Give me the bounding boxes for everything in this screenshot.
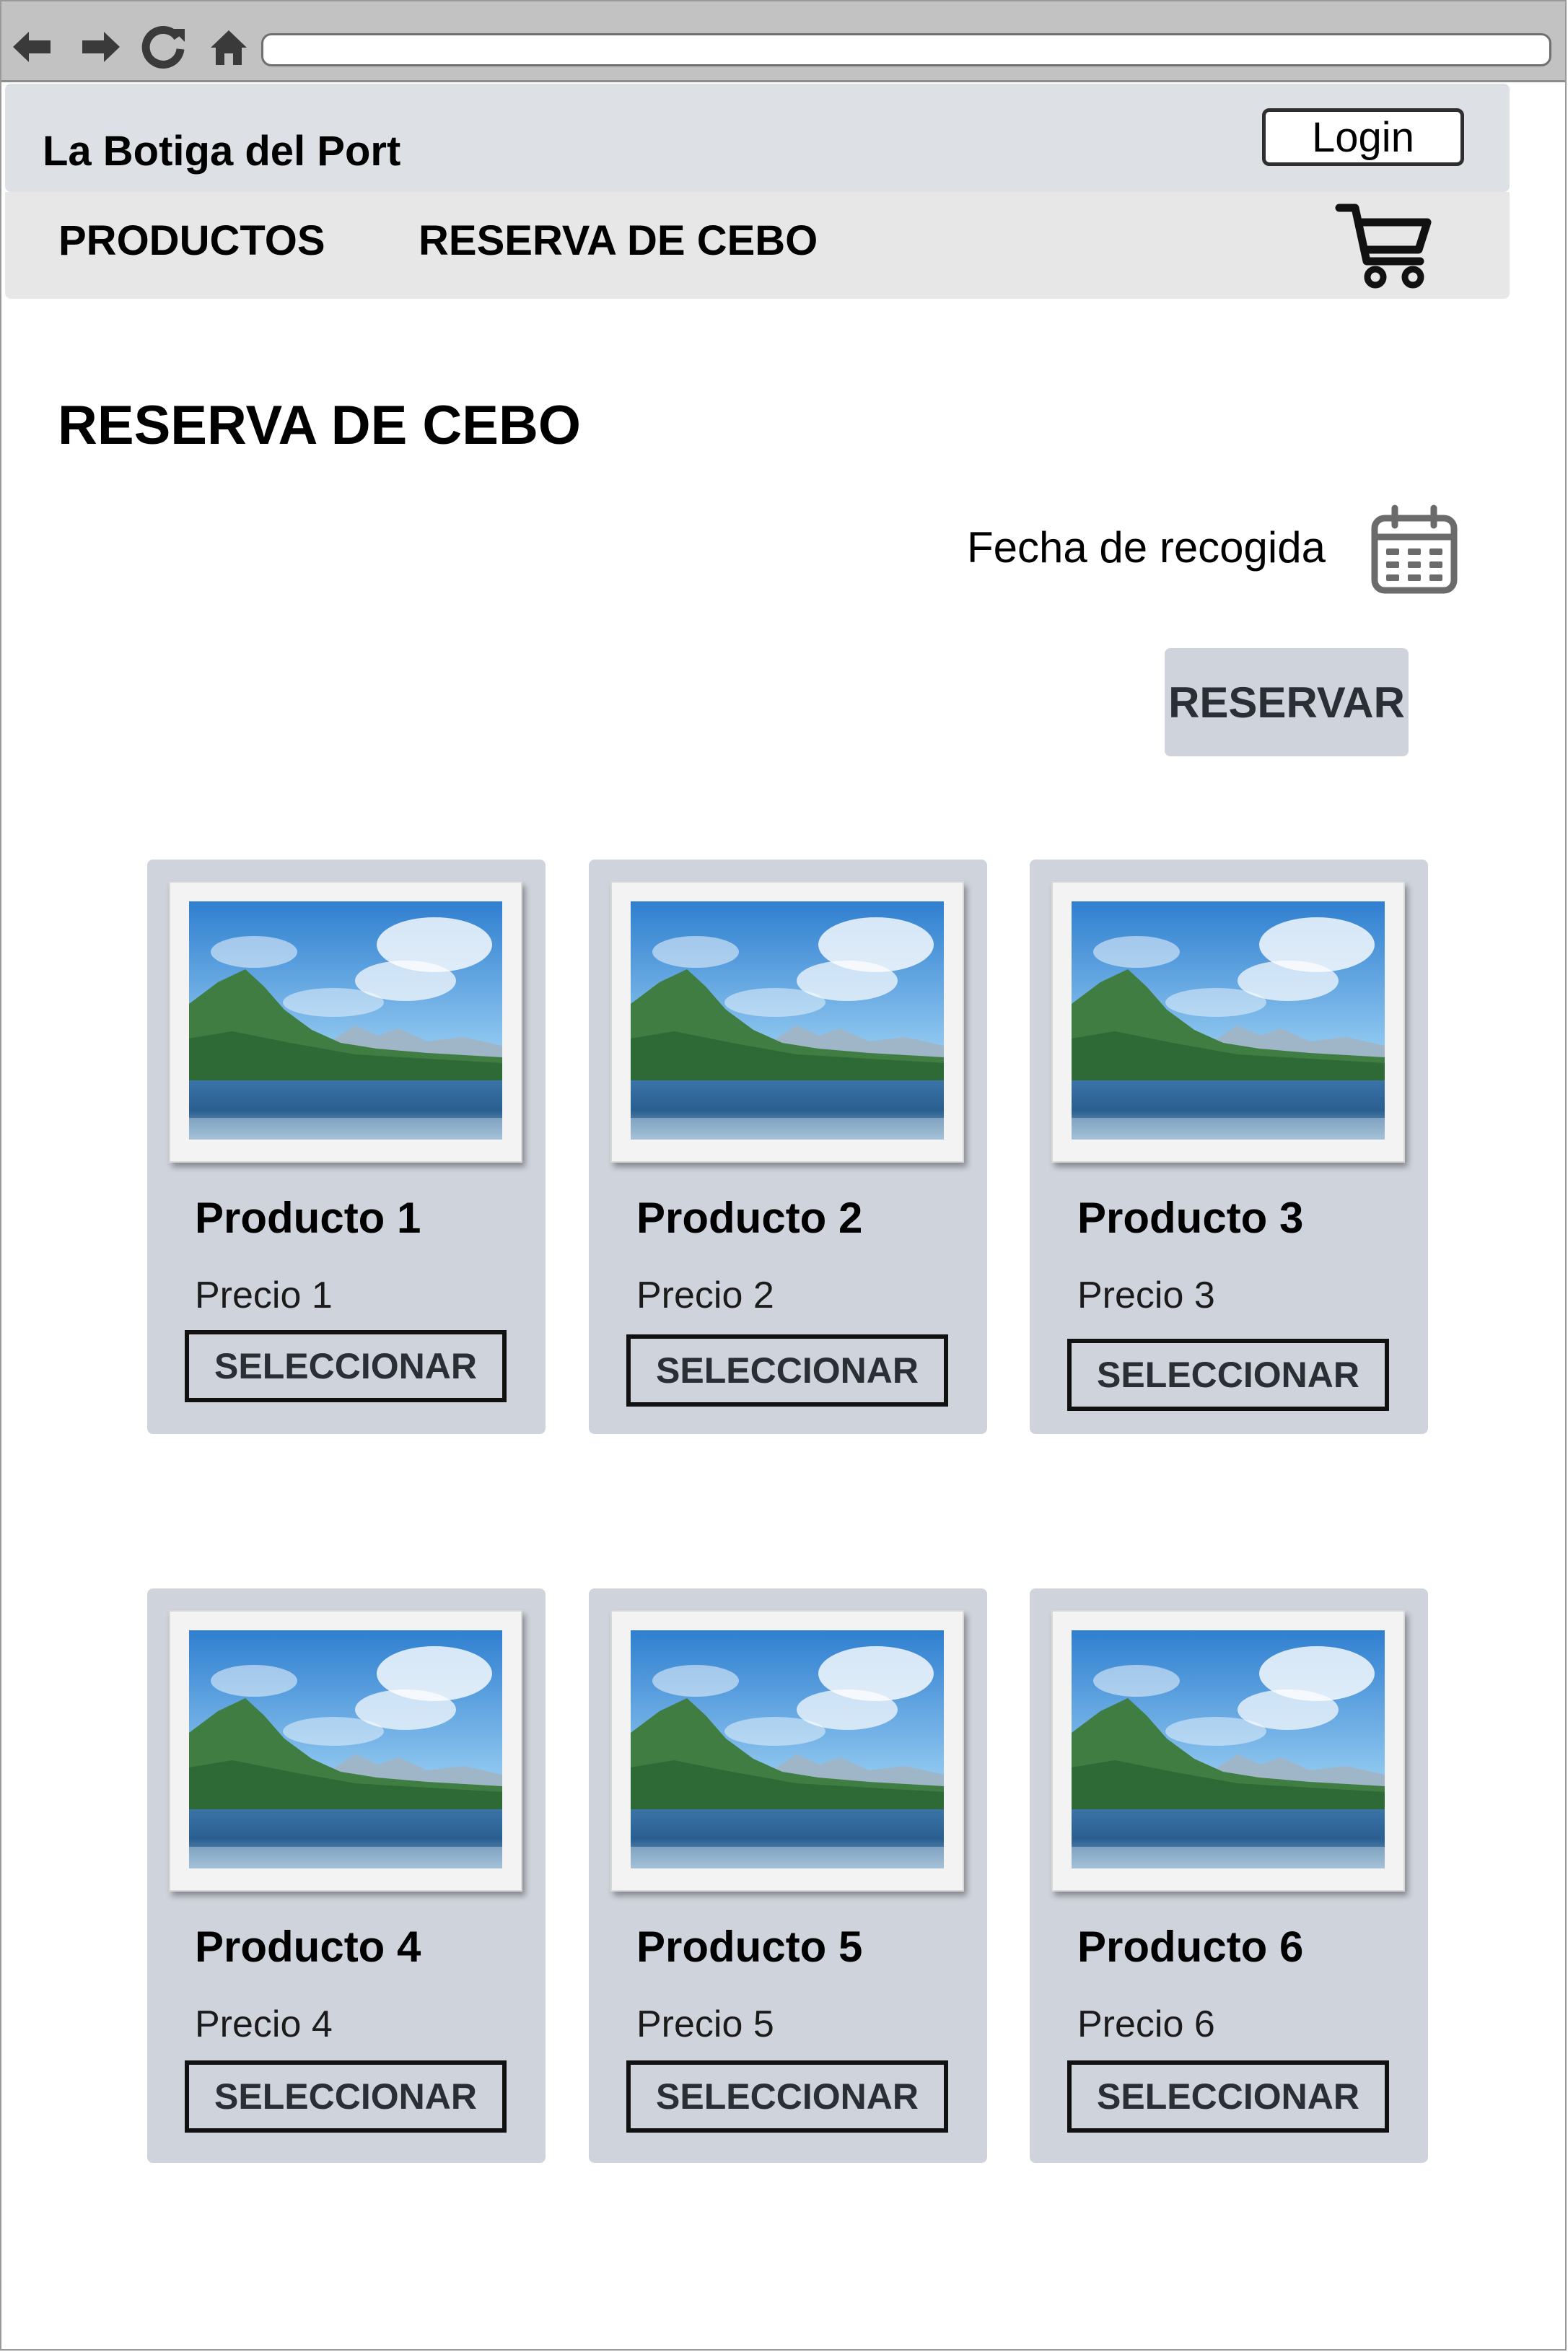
reserve-button[interactable]: RESERVAR	[1165, 648, 1409, 756]
product-image	[610, 1610, 964, 1892]
product-price: Precio 3	[1077, 1275, 1215, 1316]
landscape-image-icon	[189, 1630, 502, 1868]
landscape-image-icon	[631, 1630, 944, 1868]
product-name: Producto 6	[1077, 1923, 1304, 1971]
landscape-image-icon	[189, 901, 502, 1140]
page-frame: La Botiga del Port Login PRODUCTOS RESER…	[0, 0, 1567, 2351]
product-name: Producto 3	[1077, 1194, 1304, 1242]
product-name: Producto 5	[636, 1923, 863, 1971]
product-price: Precio 1	[195, 1275, 333, 1316]
calendar-icon[interactable]	[1367, 504, 1461, 598]
landscape-image-icon	[1072, 901, 1385, 1140]
reload-icon[interactable]	[139, 22, 189, 72]
product-name: Producto 1	[195, 1194, 421, 1242]
back-icon[interactable]	[7, 22, 58, 72]
nav-item-productos[interactable]: PRODUCTOS	[58, 217, 325, 265]
brand-name: La Botiga del Port	[43, 128, 401, 175]
select-button[interactable]: SELECCIONAR	[626, 1334, 948, 1407]
product-card-6: Producto 6 Precio 6 SELECCIONAR	[1030, 1588, 1428, 2163]
main-nav: PRODUCTOS RESERVA DE CEBO	[5, 192, 1510, 299]
product-image	[610, 881, 964, 1163]
product-image	[1051, 1610, 1405, 1892]
landscape-image-icon	[1072, 1630, 1385, 1868]
product-image	[169, 881, 522, 1163]
cart-icon[interactable]	[1335, 198, 1436, 292]
site-header: La Botiga del Port Login	[5, 84, 1510, 192]
select-button[interactable]: SELECCIONAR	[185, 1330, 507, 1402]
browser-toolbar	[1, 1, 1565, 82]
select-button[interactable]: SELECCIONAR	[626, 2060, 948, 2133]
product-card-3: Producto 3 Precio 3 SELECCIONAR	[1030, 860, 1428, 1434]
pickup-date-label: Fecha de recogida	[967, 523, 1326, 572]
home-icon[interactable]	[203, 22, 254, 72]
product-price: Precio 5	[636, 2003, 774, 2045]
product-image	[169, 1610, 522, 1892]
product-card-2: Producto 2 Precio 2 SELECCIONAR	[589, 860, 987, 1434]
address-bar[interactable]	[261, 33, 1551, 66]
select-button[interactable]: SELECCIONAR	[185, 2060, 507, 2133]
product-card-1: Producto 1 Precio 1 SELECCIONAR	[147, 860, 546, 1434]
product-image	[1051, 881, 1405, 1163]
page-title: RESERVA DE CEBO	[58, 395, 581, 456]
product-name: Producto 2	[636, 1194, 863, 1242]
select-button[interactable]: SELECCIONAR	[1067, 2060, 1389, 2133]
login-button[interactable]: Login	[1262, 108, 1464, 166]
product-card-5: Producto 5 Precio 5 SELECCIONAR	[589, 1588, 987, 2163]
product-name: Producto 4	[195, 1923, 421, 1971]
product-price: Precio 6	[1077, 2003, 1215, 2045]
product-card-4: Producto 4 Precio 4 SELECCIONAR	[147, 1588, 546, 2163]
product-price: Precio 2	[636, 1275, 774, 1316]
nav-item-reserva-de-cebo[interactable]: RESERVA DE CEBO	[419, 217, 818, 265]
select-button[interactable]: SELECCIONAR	[1067, 1339, 1389, 1411]
landscape-image-icon	[631, 901, 944, 1140]
product-price: Precio 4	[195, 2003, 333, 2045]
forward-icon[interactable]	[75, 22, 126, 72]
